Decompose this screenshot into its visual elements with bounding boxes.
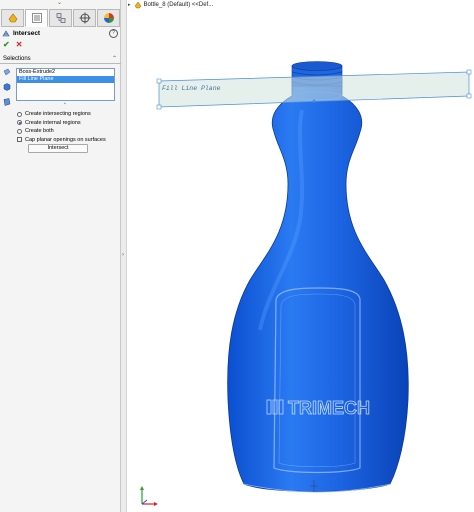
crosshair-icon bbox=[79, 12, 90, 24]
feature-tree-icon bbox=[8, 13, 17, 23]
panel-top-bar: ⌄ bbox=[0, 0, 121, 8]
part-icon bbox=[134, 1, 141, 9]
ok-cancel-row: ✔ ✕ bbox=[3, 40, 22, 49]
breadcrumb[interactable]: ▸ Bottle_8 (Default) <<Def... bbox=[128, 0, 213, 10]
bottle-mouth[interactable] bbox=[291, 61, 343, 71]
intersect-options: Create intersecting regions Create inter… bbox=[17, 110, 117, 144]
property-manager-panel: ⌄ Intersect ? ✔ ✕ Selections ⌃ Boss-Extr… bbox=[0, 0, 121, 512]
checkbox[interactable] bbox=[17, 137, 22, 142]
option-label: Create internal regions bbox=[25, 119, 81, 126]
plane-handle[interactable] bbox=[156, 78, 162, 84]
featuremanager-tab[interactable] bbox=[1, 9, 24, 27]
plane-handle[interactable] bbox=[156, 104, 162, 110]
axis-triad-icon bbox=[140, 486, 158, 506]
property-title-row: Intersect ? bbox=[2, 29, 119, 38]
plane-handle[interactable] bbox=[466, 69, 472, 75]
plane-label: Fill Line Plane bbox=[162, 85, 221, 92]
option-create-both[interactable]: Create both bbox=[17, 127, 117, 135]
display-manager-tab[interactable] bbox=[97, 9, 120, 27]
option-label: Create both bbox=[25, 128, 54, 134]
breadcrumb-text[interactable]: Bottle_8 (Default) <<Def... bbox=[144, 2, 214, 8]
intersect-feature-icon bbox=[2, 29, 10, 36]
page-title: Intersect bbox=[13, 30, 41, 37]
list-item-selected[interactable]: Fill Line Plane bbox=[17, 76, 114, 83]
ok-check-icon[interactable]: ✔ bbox=[3, 40, 10, 49]
collapse-chevron-icon[interactable]: ⌃ bbox=[112, 55, 117, 62]
option-intersecting-regions[interactable]: Create intersecting regions bbox=[17, 110, 117, 118]
property-list-icon bbox=[31, 13, 42, 23]
radio-button-selected[interactable] bbox=[17, 120, 22, 125]
panel-splitter[interactable]: › bbox=[121, 0, 127, 512]
option-internal-regions[interactable]: Create internal regions bbox=[17, 119, 117, 127]
list-item[interactable]: Boss-Extrude2 bbox=[17, 69, 114, 76]
manager-tabs bbox=[1, 9, 120, 27]
option-cap-planar-openings[interactable]: Cap planar openings on surfaces bbox=[17, 136, 117, 144]
option-label: Create intersecting regions bbox=[25, 111, 91, 117]
option-label: Cap planar openings on surfaces bbox=[25, 136, 106, 143]
list-resize-grip[interactable]: ▪ bbox=[64, 101, 66, 107]
propertymanager-tab[interactable] bbox=[25, 9, 48, 27]
body-selection-icon[interactable] bbox=[3, 83, 11, 91]
graphics-viewport[interactable]: TRIMECH Fill Line Plane ▸ Bottle_8 (Defa… bbox=[128, 0, 474, 512]
splitter-arrow-icon[interactable]: › bbox=[122, 250, 125, 260]
logo-text: TRIMECH bbox=[288, 398, 370, 418]
configuration-icon bbox=[56, 13, 65, 23]
radio-button[interactable] bbox=[17, 111, 22, 117]
selections-list[interactable]: Boss-Extrude2 Fill Line Plane bbox=[16, 68, 115, 101]
expand-arrow-icon[interactable]: ▸ bbox=[128, 2, 131, 8]
collapse-arrow-icon[interactable]: ⌄ bbox=[57, 0, 62, 6]
bottle-body[interactable] bbox=[227, 77, 409, 492]
surface-selection-icon[interactable] bbox=[3, 98, 11, 106]
selection-icons bbox=[3, 68, 13, 113]
section-divider bbox=[0, 63, 121, 64]
intersect-button[interactable]: Intersect bbox=[28, 144, 88, 153]
dimxpert-tab[interactable] bbox=[73, 9, 96, 27]
plane-handle[interactable] bbox=[466, 93, 472, 99]
model-scene[interactable]: TRIMECH Fill Line Plane bbox=[128, 0, 474, 512]
help-icon[interactable]: ? bbox=[109, 29, 118, 38]
radio-button[interactable] bbox=[17, 128, 22, 134]
plane-selection-icon[interactable] bbox=[3, 68, 11, 76]
selections-group-header[interactable]: Selections ⌃ bbox=[0, 55, 121, 64]
configurationmanager-tab[interactable] bbox=[49, 9, 72, 27]
appearance-sphere-icon bbox=[103, 13, 114, 23]
selections-label: Selections bbox=[3, 56, 31, 62]
cancel-x-icon[interactable]: ✕ bbox=[16, 40, 23, 49]
plane-origin-dot[interactable] bbox=[312, 99, 316, 103]
